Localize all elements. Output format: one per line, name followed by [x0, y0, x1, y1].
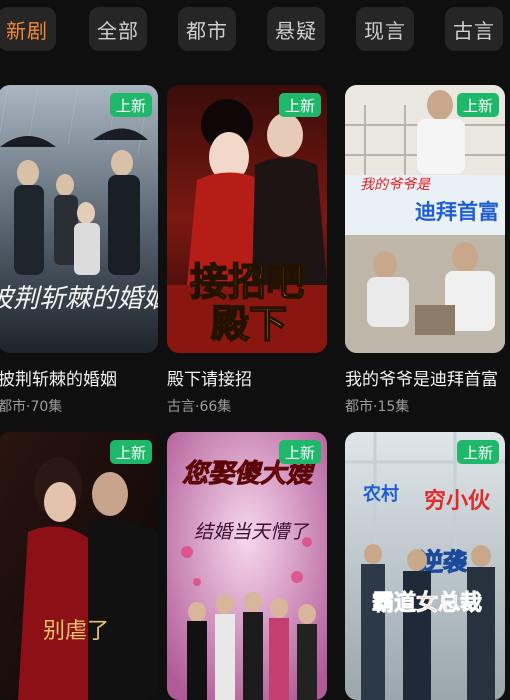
- poster-title-text: 迪拜首富: [415, 200, 499, 224]
- new-badge: 上新: [110, 440, 152, 464]
- poster-image[interactable]: 披荆斩棘的婚姻 上新: [0, 85, 158, 353]
- poster-image[interactable]: 我的爷爷是 迪拜首富 上新: [345, 85, 505, 353]
- card-title: 披荆斩棘的婚姻: [0, 370, 117, 390]
- new-badge: 上新: [110, 93, 152, 117]
- drama-grid: 披荆斩棘的婚姻 上新 披荆斩棘的婚姻 都市·70集: [0, 0, 510, 700]
- poster-title-text: 我的爷爷是: [360, 177, 431, 193]
- poster-title-text: 结婚当天懵了: [194, 521, 310, 543]
- poster-art: 我的爷爷是 迪拜首富: [345, 85, 505, 353]
- poster-art: 您娶傻大嫂 结婚当天懵了: [167, 432, 327, 700]
- poster-art: 农村 穷小伙 逆袭 霸道女总裁: [345, 432, 505, 700]
- poster-art: 披荆斩棘的婚姻: [0, 85, 158, 353]
- card-meta: 都市·70集: [0, 399, 63, 415]
- poster-image[interactable]: 农村 穷小伙 逆袭 霸道女总裁 上新: [345, 432, 505, 700]
- poster-title-text: 霸道女总裁: [372, 590, 482, 616]
- poster-title-text: 农村: [362, 483, 399, 505]
- new-badge: 上新: [279, 93, 321, 117]
- poster-title-text: 殿下: [211, 302, 287, 346]
- new-badge: 上新: [457, 93, 499, 117]
- card-meta: 都市·15集: [345, 399, 410, 415]
- new-badge: 上新: [457, 440, 499, 464]
- poster-image[interactable]: 别虐了 上新: [0, 432, 158, 700]
- card-meta: 古言·66集: [167, 399, 232, 415]
- poster-title-text: 别虐了: [43, 619, 109, 644]
- poster-art: 接招吧 殿下: [167, 85, 327, 353]
- card-title: 我的爷爷是迪拜首富: [345, 370, 498, 390]
- new-badge: 上新: [279, 440, 321, 464]
- poster-image[interactable]: 您娶傻大嫂 结婚当天懵了 上新: [167, 432, 327, 700]
- poster-image[interactable]: 接招吧 殿下 上新: [167, 85, 327, 353]
- poster-art: 别虐了: [0, 432, 158, 700]
- poster-title-text: 披荆斩棘的婚姻: [0, 284, 158, 314]
- card-title: 殿下请接招: [167, 370, 252, 390]
- poster-title-text: 穷小伙: [424, 488, 491, 514]
- poster-title-text: 接招吧: [190, 260, 304, 304]
